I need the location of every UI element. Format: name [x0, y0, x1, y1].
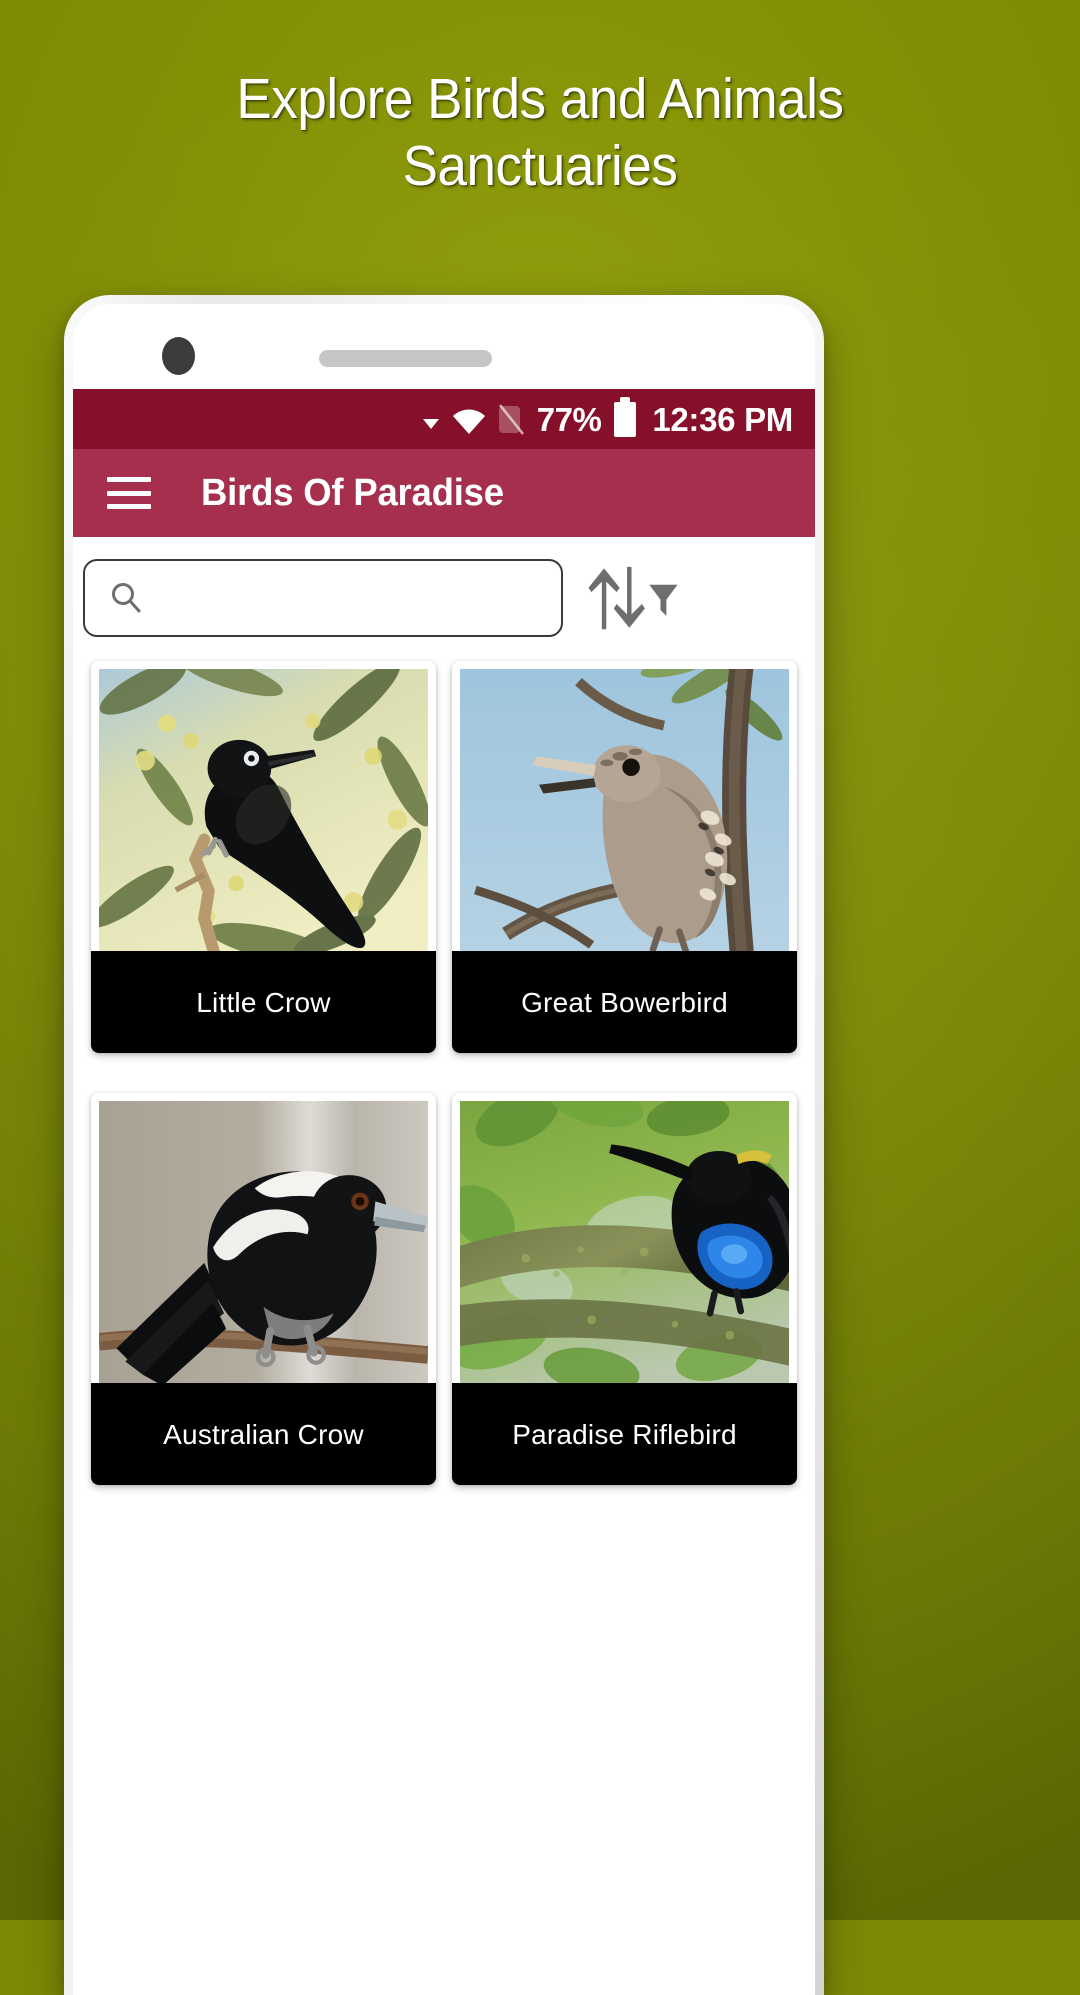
- search-row: [73, 537, 815, 655]
- bird-card[interactable]: Little Crow: [91, 661, 436, 1053]
- bird-card[interactable]: Paradise Riflebird: [452, 1093, 797, 1485]
- bird-thumbnail: [460, 669, 789, 951]
- sort-filter-icon[interactable]: [587, 561, 679, 635]
- status-bar: 77% 12:36 PM: [73, 389, 815, 449]
- earpiece-speaker: [319, 350, 492, 367]
- bird-name-label: Australian Crow: [91, 1383, 436, 1485]
- signal-off-icon: [498, 403, 524, 436]
- great-bowerbird-image: [460, 669, 789, 951]
- bird-name-label: Little Crow: [91, 951, 436, 1053]
- paradise-riflebird-image: [460, 1101, 789, 1383]
- phone-frame: 77% 12:36 PM Birds Of Paradise Little Cr…: [64, 295, 824, 1995]
- battery-percent-label: 77%: [536, 400, 602, 438]
- search-input[interactable]: [153, 582, 537, 614]
- battery-icon: [614, 396, 637, 437]
- phone-screen: 77% 12:36 PM Birds Of Paradise Little Cr…: [73, 304, 815, 1995]
- page-title: Birds Of Paradise: [201, 471, 504, 514]
- bird-card[interactable]: Great Bowerbird: [452, 661, 797, 1053]
- bird-name-label: Paradise Riflebird: [452, 1383, 797, 1485]
- status-bar-clock: 12:36 PM: [652, 400, 793, 438]
- front-camera-icon: [162, 337, 195, 375]
- hamburger-menu-icon[interactable]: [107, 477, 151, 509]
- promo-headline: Explore Birds and Animals Sanctuaries: [236, 67, 844, 199]
- search-icon: [109, 581, 143, 615]
- bird-grid: Little Crow Great Bowerbird Australian C…: [73, 655, 815, 1485]
- wifi-icon: [452, 408, 486, 434]
- app-bar: Birds Of Paradise: [73, 449, 815, 537]
- bird-thumbnail: [99, 669, 428, 951]
- bird-card[interactable]: Australian Crow: [91, 1093, 436, 1485]
- phone-hardware-bar: [73, 304, 815, 389]
- bird-name-label: Great Bowerbird: [452, 951, 797, 1053]
- australian-crow-image: [99, 1101, 428, 1383]
- little-crow-image: [99, 669, 428, 951]
- bird-thumbnail: [99, 1101, 428, 1383]
- search-field-container[interactable]: [83, 559, 563, 637]
- bird-thumbnail: [460, 1101, 789, 1383]
- caret-down-icon: [422, 419, 439, 429]
